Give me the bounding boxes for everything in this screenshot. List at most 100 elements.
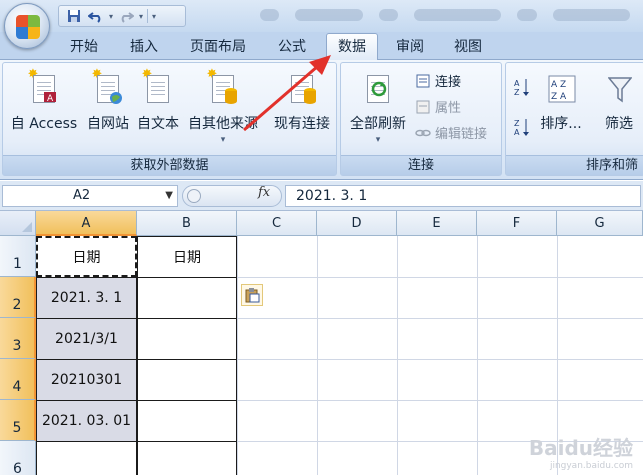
name-box-value: A2 [73,188,91,203]
from-other-sources-button[interactable]: ✸ 自其他来源 ▾ [183,68,263,145]
tab-data[interactable]: 数据 [326,33,378,61]
cell-b1[interactable]: 日期 [137,236,237,277]
group-label-connections: 连接 [341,155,501,175]
filter-button[interactable]: 筛选 [596,69,642,133]
ribbon-tabs: 开始 插入 页面布局 公式 数据 审阅 视图 [0,32,643,61]
svg-text:A: A [514,79,520,88]
resize-handle-icon [187,189,201,203]
tab-insert[interactable]: 插入 [118,34,170,60]
sort-button[interactable]: A ZZ A 排序... [536,69,586,133]
customize-qat-icon[interactable]: ▾ [152,12,156,21]
column-header-e[interactable]: E [397,211,477,236]
tab-home[interactable]: 开始 [58,34,110,60]
copy-marquee [36,236,137,277]
sort-descending-button[interactable]: ZA [514,117,530,137]
gridline [317,236,318,475]
tab-formulas[interactable]: 公式 [266,34,318,60]
from-text-button[interactable]: ✸ 自文本 [133,68,183,133]
svg-text:Z A: Z A [551,92,567,102]
undo-icon[interactable] [87,7,105,25]
group-connections: 全部刷新 ▾ 连接 属性 编辑链接 连接 [340,62,502,176]
tab-page-layout[interactable]: 页面布局 [178,34,258,60]
tab-review[interactable]: 审阅 [384,34,436,60]
access-icon: ✸ A [27,68,61,107]
group-label-sort-filter: 排序和筛 [506,155,643,175]
column-header-f[interactable]: F [477,211,557,236]
office-logo-icon [16,15,40,39]
sort-az-icon: AZ [514,77,530,97]
window-title-blurred [260,9,630,23]
name-box[interactable]: A2 ▼ [2,185,178,207]
from-access-button[interactable]: ✸ A 自 Access [9,68,79,133]
cell-b4[interactable] [137,359,237,401]
cell-b3[interactable] [137,318,237,360]
column-header-c[interactable]: C [237,211,317,236]
cell-a6[interactable] [36,441,137,475]
undo-dropdown-icon[interactable]: ▾ [109,12,113,21]
dropdown-arrow-icon: ▾ [220,135,226,145]
refresh-all-button[interactable]: 全部刷新 ▾ [345,69,411,145]
sort-ascending-button[interactable]: AZ [514,77,530,97]
gridline [237,236,238,475]
existing-connections-button[interactable]: 现有连接 [269,69,335,133]
group-get-external-data: ✸ A 自 Access ✸ 自网站 ✸ 自文本 ✸ 自其他来源 ▾ 现有连接 … [2,62,337,176]
select-all-corner[interactable] [0,211,36,236]
text-file-icon: ✸ [141,68,175,107]
formula-input[interactable]: 2021. 3. 1 [285,185,641,207]
row-header-4[interactable]: 4 [0,359,36,400]
row-header-1[interactable]: 1 [0,236,36,277]
group-label-get-external-data: 获取外部数据 [3,155,336,175]
filter-funnel-icon [602,69,636,107]
svg-text:A: A [514,128,520,137]
group-sort-filter: AZ ZA A ZZ A 排序... 筛选 排序和筛 [505,62,643,176]
watermark: Baidu经验 jingyan.baidu.com [528,436,633,471]
row-header-3[interactable]: 3 [0,318,36,359]
svg-text:Z: Z [514,119,520,128]
properties-icon [415,99,431,115]
connections-icon [415,73,431,89]
svg-text:Z: Z [514,88,520,97]
insert-function-icon[interactable]: fx [258,185,270,200]
edit-links-button[interactable]: 编辑链接 [415,123,487,142]
connections-button[interactable]: 连接 [415,71,461,90]
cell-b5[interactable] [137,400,237,442]
row-header-5[interactable]: 5 [0,400,36,441]
cell-a5[interactable]: 2021. 03. 01 [36,400,137,442]
cell-b2[interactable] [137,277,237,319]
svg-text:A Z: A Z [551,80,566,90]
quick-access-toolbar: ▾ ▾ ▾ [58,5,186,27]
paste-options-icon[interactable] [241,284,263,306]
save-icon[interactable] [65,7,83,25]
link-icon [415,125,431,141]
cell-a2[interactable]: 2021. 3. 1 [36,277,137,319]
name-box-dropdown-icon[interactable]: ▼ [165,186,173,206]
row-header-2[interactable]: 2 [0,277,36,318]
column-header-a[interactable]: A [36,211,137,236]
properties-button[interactable]: 属性 [415,97,461,116]
column-header-b[interactable]: B [137,211,237,236]
cell-b6[interactable] [137,441,237,475]
column-header-g[interactable]: G [557,211,643,236]
existing-connections-icon [285,69,319,107]
from-web-button[interactable]: ✸ 自网站 [83,68,133,133]
qat-separator [147,9,149,23]
dropdown-arrow-icon: ▾ [375,135,381,145]
gridline [477,236,478,475]
formula-bar: A2 ▼ fx 2021. 3. 1 [0,181,643,211]
row-header-6[interactable]: 6 [0,441,36,475]
redo-dropdown-icon[interactable]: ▾ [139,12,143,21]
tab-view[interactable]: 视图 [442,34,494,60]
svg-text:A: A [47,94,54,104]
web-globe-icon: ✸ [91,68,125,107]
sort-za-icon: ZA [514,117,530,137]
sort-dialog-icon: A Z Z A [544,69,578,107]
cell-a3[interactable]: 2021/3/1 [36,318,137,360]
gridline [397,236,398,475]
cell-a4[interactable]: 20210301 [36,359,137,401]
redo-icon[interactable] [117,7,135,25]
refresh-icon [361,69,395,107]
other-sources-icon: ✸ [206,68,240,107]
title-bar: ▾ ▾ ▾ [0,0,643,32]
office-button[interactable] [4,3,50,49]
column-header-d[interactable]: D [317,211,397,236]
